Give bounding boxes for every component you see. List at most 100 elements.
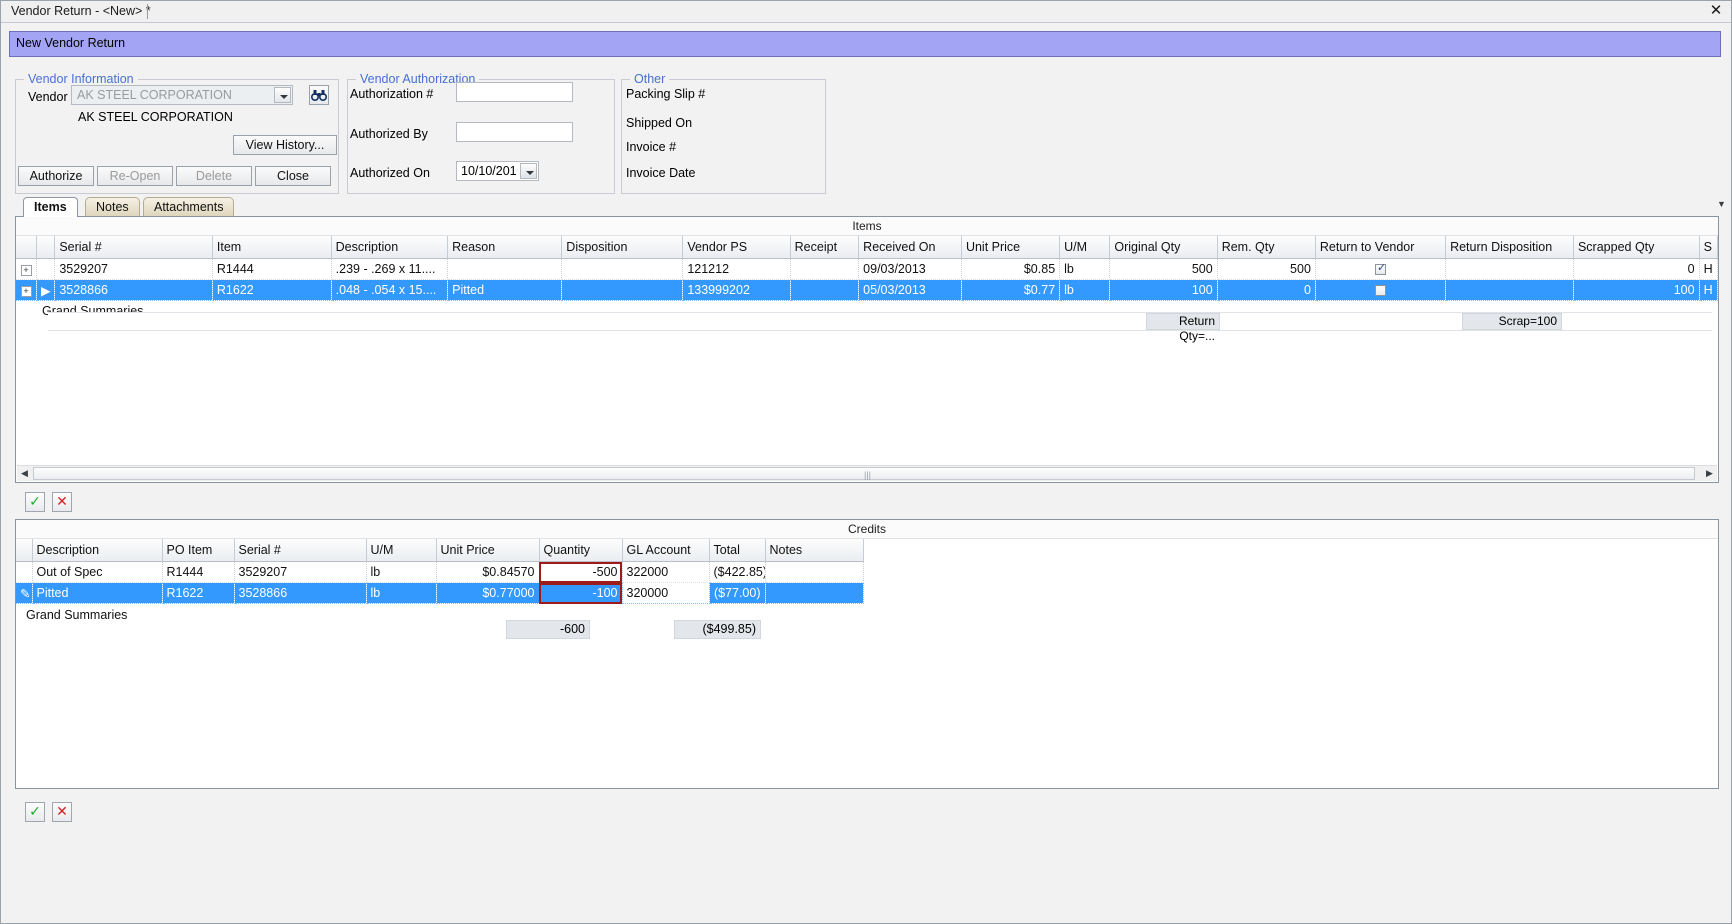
credits-row-1-gl-account-editor[interactable]: 320000 <box>622 582 710 604</box>
items-row-1-um[interactable]: lb <box>1059 279 1111 301</box>
table-row[interactable]: ✎ Pitted R1622 3528866 lb $0.77000 -100 … <box>16 582 864 604</box>
credits-row-0-serial[interactable]: 3529207 <box>234 561 367 583</box>
tab-items[interactable]: Items <box>23 197 78 217</box>
x-icon[interactable]: ✕ <box>52 492 72 512</box>
credits-row-1-po-item[interactable]: R1622 <box>162 582 235 604</box>
items-header-received-on[interactable]: Received On <box>858 236 962 259</box>
items-header-um[interactable]: U/M <box>1059 236 1111 259</box>
credits-header-unit-price[interactable]: Unit Price <box>436 539 540 562</box>
items-row-0-vendor-ps[interactable]: 121212 <box>682 258 791 280</box>
credits-row-1-serial[interactable]: 3528866 <box>234 582 367 604</box>
credits-row-0-quantity[interactable]: -500 <box>539 561 623 583</box>
items-header-reason[interactable]: Reason <box>447 236 563 259</box>
items-row-0-return-to-vendor-checkbox[interactable] <box>1315 258 1447 280</box>
items-row-0-rem-qty[interactable]: 500 <box>1217 258 1316 280</box>
items-row-0-disposition[interactable] <box>561 258 684 280</box>
credits-row-1-quantity[interactable]: -100 <box>539 582 623 604</box>
tab-attachments[interactable]: Attachments <box>143 197 235 217</box>
credits-header-gl-account[interactable]: GL Account <box>622 539 710 562</box>
items-header-original-qty[interactable]: Original Qty <box>1109 236 1218 259</box>
credits-header-quantity[interactable]: Quantity <box>539 539 623 562</box>
table-row[interactable]: Out of Spec R1444 3529207 lb $0.84570 -5… <box>16 561 864 583</box>
credits-row-0-description[interactable]: Out of Spec <box>32 561 163 583</box>
items-row-1-item[interactable]: R1622 <box>212 279 332 301</box>
vendor-combobox[interactable]: AK STEEL CORPORATION <box>71 85 293 105</box>
items-row-0-reason[interactable] <box>447 258 563 280</box>
items-horizontal-scrollbar[interactable]: ◀ ||| ▶ <box>17 465 1717 481</box>
items-row-1-description[interactable]: .048 - .054 x 15.... <box>331 279 449 301</box>
document-tab-vendor-return[interactable]: Vendor Return - <New> * <box>5 1 161 21</box>
items-row-1-receipt[interactable] <box>790 279 860 301</box>
authorized-by-field[interactable] <box>456 122 573 142</box>
credits-row-1-description[interactable]: Pitted <box>32 582 163 604</box>
credits-row-1-um[interactable]: lb <box>366 582 437 604</box>
items-row-1-vendor-ps[interactable]: 133999202 <box>682 279 791 301</box>
items-header-receipt[interactable]: Receipt <box>790 236 860 259</box>
table-row[interactable]: + 3529207 R1444 .239 - .269 x 11.... 121… <box>16 258 1719 280</box>
authorize-button[interactable]: Authorize <box>18 166 94 186</box>
items-row-0-um[interactable]: lb <box>1059 258 1111 280</box>
check-icon[interactable]: ✓ <box>25 802 45 822</box>
chevron-down-icon[interactable] <box>274 87 291 103</box>
items-row-0-extra[interactable]: H <box>1699 258 1719 280</box>
items-row-1-received-on[interactable]: 05/03/2013 <box>858 279 962 301</box>
items-row-1-disposition[interactable] <box>561 279 684 301</box>
items-header-disposition[interactable]: Disposition <box>561 236 684 259</box>
credits-header-po-item[interactable]: PO Item <box>162 539 235 562</box>
credits-row-0-unit-price[interactable]: $0.84570 <box>436 561 540 583</box>
items-row-0-description[interactable]: .239 - .269 x 11.... <box>331 258 449 280</box>
items-header-return-disposition[interactable]: Return Disposition <box>1445 236 1574 259</box>
items-row-1-return-disposition[interactable] <box>1445 279 1574 301</box>
credits-header-description[interactable]: Description <box>32 539 163 562</box>
scroll-left-icon[interactable]: ◀ <box>17 466 32 481</box>
items-row-1-expander[interactable]: + <box>16 279 38 301</box>
items-header-return-to-vendor[interactable]: Return to Vendor <box>1315 236 1447 259</box>
credits-header-total[interactable]: Total <box>709 539 766 562</box>
items-header-item[interactable]: Item <box>212 236 332 259</box>
items-row-1-serial[interactable]: 3528866 <box>54 279 213 301</box>
items-row-1-extra[interactable]: H <box>1699 279 1719 301</box>
items-header-rem-qty[interactable]: Rem. Qty <box>1217 236 1316 259</box>
items-row-1-original-qty[interactable]: 100 <box>1109 279 1218 301</box>
credits-header-um[interactable]: U/M <box>366 539 437 562</box>
calendar-chevron-down-icon[interactable] <box>520 163 537 179</box>
scroll-right-icon[interactable]: ▶ <box>1702 466 1717 481</box>
items-header-unit-price[interactable]: Unit Price <box>961 236 1061 259</box>
items-row-1-return-to-vendor-checkbox[interactable] <box>1315 279 1447 301</box>
items-row-0-return-disposition[interactable] <box>1445 258 1574 280</box>
items-header-scrapped-qty[interactable]: Scrapped Qty <box>1573 236 1700 259</box>
close-icon[interactable]: ✕ <box>1707 2 1725 20</box>
items-row-1-rem-qty[interactable]: 0 <box>1217 279 1316 301</box>
credits-header-serial[interactable]: Serial # <box>234 539 367 562</box>
items-row-1-scrapped-qty[interactable]: 100 <box>1573 279 1700 301</box>
items-row-0-serial[interactable]: 3529207 <box>54 258 213 280</box>
items-row-0-original-qty[interactable]: 500 <box>1109 258 1218 280</box>
authorized-on-field[interactable]: 10/10/201 <box>456 161 539 181</box>
credits-row-1-total[interactable]: ($77.00) <box>709 582 766 604</box>
credits-row-0-notes[interactable] <box>765 561 864 583</box>
items-row-0-scrapped-qty[interactable]: 0 <box>1573 258 1700 280</box>
binoculars-icon[interactable] <box>309 85 329 105</box>
items-row-0-unit-price[interactable]: $0.85 <box>961 258 1061 280</box>
table-row[interactable]: + ▶ 3528866 R1622 .048 - .054 x 15.... P… <box>16 279 1719 301</box>
items-row-0-receipt[interactable] <box>790 258 860 280</box>
credits-row-0-total[interactable]: ($422.85) <box>709 561 766 583</box>
credits-row-0-po-item[interactable]: R1444 <box>162 561 235 583</box>
check-icon[interactable]: ✓ <box>25 492 45 512</box>
credits-row-0-gl-account[interactable]: 322000 <box>622 561 710 583</box>
items-header-serial[interactable]: Serial # <box>54 236 213 259</box>
tab-notes[interactable]: Notes <box>85 197 140 217</box>
items-header-description[interactable]: Description <box>331 236 449 259</box>
close-button[interactable]: Close <box>255 166 331 186</box>
authorization-number-field[interactable] <box>456 82 573 102</box>
items-scroll-thumb[interactable]: ||| <box>33 467 1695 480</box>
credits-row-1-notes[interactable] <box>765 582 864 604</box>
items-row-0-item[interactable]: R1444 <box>212 258 332 280</box>
credits-row-1-unit-price[interactable]: $0.77000 <box>436 582 540 604</box>
items-row-0-expander[interactable]: + <box>16 258 38 280</box>
items-row-1-reason[interactable]: Pitted <box>447 279 563 301</box>
items-header-vendor-ps[interactable]: Vendor PS <box>682 236 791 259</box>
credits-row-0-um[interactable]: lb <box>366 561 437 583</box>
x-icon[interactable]: ✕ <box>52 802 72 822</box>
items-row-1-unit-price[interactable]: $0.77 <box>961 279 1061 301</box>
